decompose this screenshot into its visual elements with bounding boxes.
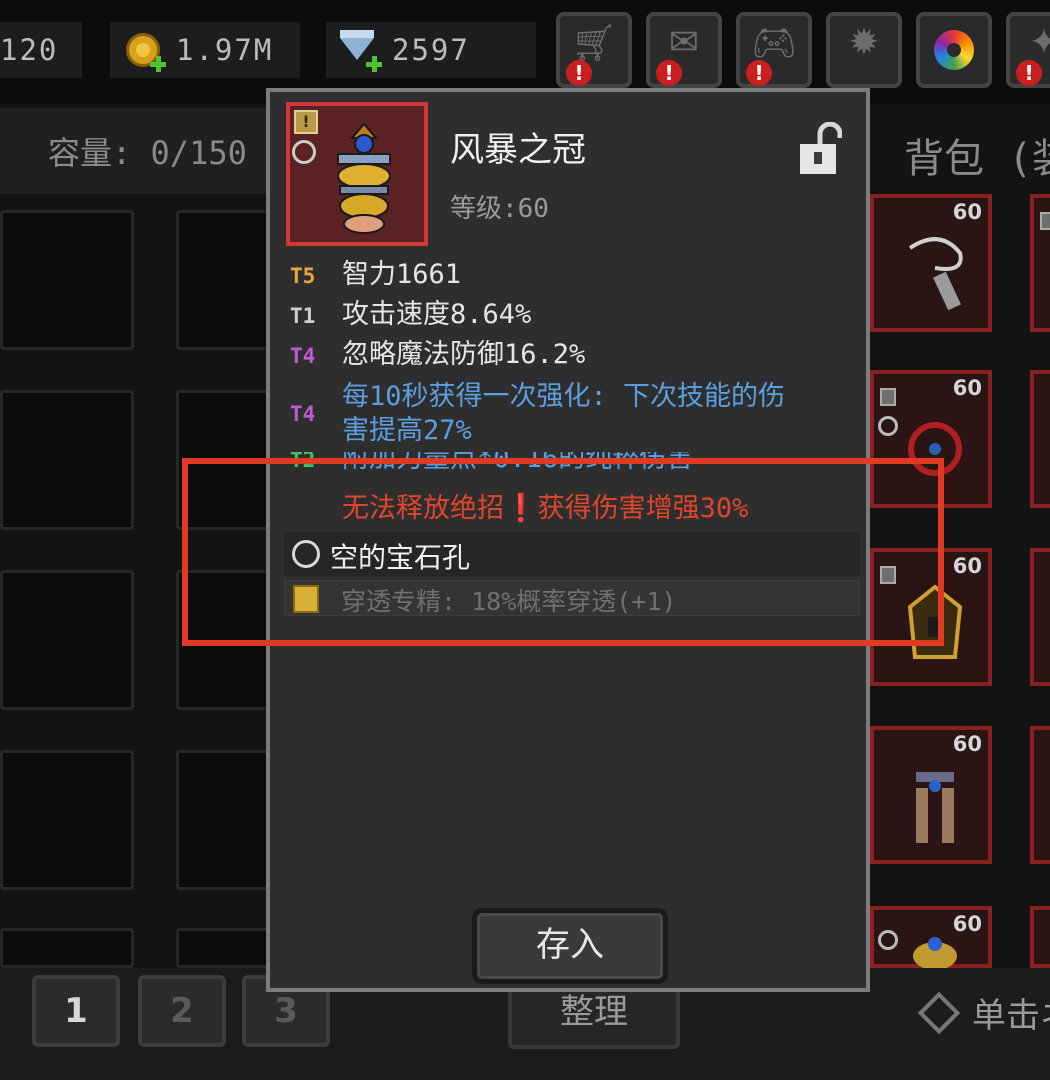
alert-badge: ! <box>1016 60 1042 86</box>
item-icon-frame: ! <box>286 102 428 246</box>
stat-line-continued: 害提高27% <box>342 414 472 448</box>
stat-line: T1 攻击速度8.64% <box>290 298 531 333</box>
stat-line: 每10秒获得一次强化: 下次技能的伤 <box>342 380 785 414</box>
gold-coin-icon <box>124 30 166 72</box>
gamepad-button[interactable]: 🎮︎ ! <box>736 12 812 88</box>
stat-text: 害提高27% <box>342 415 472 446</box>
alert-badge: ! <box>566 60 592 86</box>
item-name: 风暴之冠 <box>450 130 586 170</box>
stat-text: 攻击速度8.64% <box>342 299 532 330</box>
shop-button[interactable]: 🛒︎ ! <box>556 12 632 88</box>
stat-text: 每10秒获得一次强化: 下次技能的伤 <box>342 381 786 412</box>
item-level: 60 <box>952 200 982 224</box>
energy-value: 120 <box>0 33 59 67</box>
diamond-outline-icon <box>917 991 961 1034</box>
tier-tag: T5 <box>290 264 316 288</box>
unlocked-padlock-icon[interactable] <box>798 122 842 176</box>
settings-button[interactable]: ✹ <box>826 12 902 88</box>
bag-slot[interactable] <box>1030 548 1050 686</box>
bag-slot[interactable] <box>1030 726 1050 864</box>
info-tag-icon: ! <box>294 110 318 134</box>
click-hint-text: 单击ネ <box>972 996 1050 1036</box>
storage-slot[interactable] <box>0 928 134 968</box>
store-button[interactable]: 存入 <box>472 908 668 984</box>
alert-badge: ! <box>746 60 772 86</box>
lock-tag-icon <box>1040 212 1050 230</box>
gem-counter[interactable]: 2597 <box>326 22 536 78</box>
diamond-icon <box>340 30 382 72</box>
bag-title: 背包 (装 <box>904 136 1050 182</box>
storage-slot[interactable] <box>0 390 134 530</box>
gem-value: 2597 <box>392 33 470 67</box>
gamepad-icon: 🎮︎ <box>751 23 797 64</box>
bag-slot-helm[interactable]: 60 <box>870 906 992 968</box>
effects-button[interactable]: ✦ ! <box>1006 12 1050 88</box>
tier-tag: T1 <box>290 304 316 328</box>
stat-text: 忽略魔法防御16.2% <box>342 339 586 370</box>
energy-counter: 120 <box>0 22 82 78</box>
item-level: 60 <box>952 376 982 400</box>
stat-tier-tag-row: T4 <box>290 396 342 431</box>
bag-slot-whip[interactable]: 60 <box>870 194 992 332</box>
lock-tag-icon <box>880 388 896 406</box>
storage-slot[interactable] <box>0 750 134 890</box>
stat-line: T4 忽略魔法防御16.2% <box>290 338 585 373</box>
sparkle-icon: ✦ <box>1028 22 1050 63</box>
item-level: 60 <box>952 554 982 578</box>
color-wheel-icon <box>934 30 974 70</box>
item-level: 60 <box>952 732 982 756</box>
bag-slot[interactable] <box>1030 906 1050 968</box>
gear-icon: ✹ <box>848 22 880 63</box>
page-tab-1[interactable]: 1 <box>32 975 120 1047</box>
page-tab-2[interactable]: 2 <box>138 975 226 1047</box>
gold-value: 1.97M <box>176 33 274 67</box>
stat-line: T5 智力1661 <box>290 258 461 293</box>
stat-text: 智力1661 <box>342 259 462 290</box>
whip-icon <box>908 237 963 311</box>
shopping-cart-icon: 🛒︎ <box>571 23 617 64</box>
highlight-box <box>182 458 944 646</box>
bag-slot-legs[interactable]: 60 <box>870 726 992 864</box>
gold-counter[interactable]: 1.97M <box>110 22 300 78</box>
mail-icon: ✉ <box>668 22 700 63</box>
mail-button[interactable]: ✉ ! <box>646 12 722 88</box>
color-button[interactable] <box>916 12 992 88</box>
capacity-label: 容量: 0/150 <box>48 134 247 172</box>
socket-ring-icon <box>292 140 316 164</box>
item-level-label: 等级:60 <box>450 194 549 224</box>
tier-tag: T4 <box>290 344 316 368</box>
storage-slot[interactable] <box>0 210 134 350</box>
click-hint: 单击ネ <box>916 988 1050 1037</box>
leg-armor-icon <box>916 772 954 843</box>
crown-helm-icon <box>337 122 391 234</box>
socket-ring-icon <box>878 416 898 436</box>
bag-slot[interactable] <box>1030 194 1050 332</box>
helm-icon <box>913 937 957 968</box>
alert-badge: ! <box>656 60 682 86</box>
tier-tag: T4 <box>290 402 316 426</box>
storage-slot[interactable] <box>0 570 134 710</box>
bag-slot[interactable] <box>1030 370 1050 508</box>
socket-ring-icon <box>878 930 898 950</box>
